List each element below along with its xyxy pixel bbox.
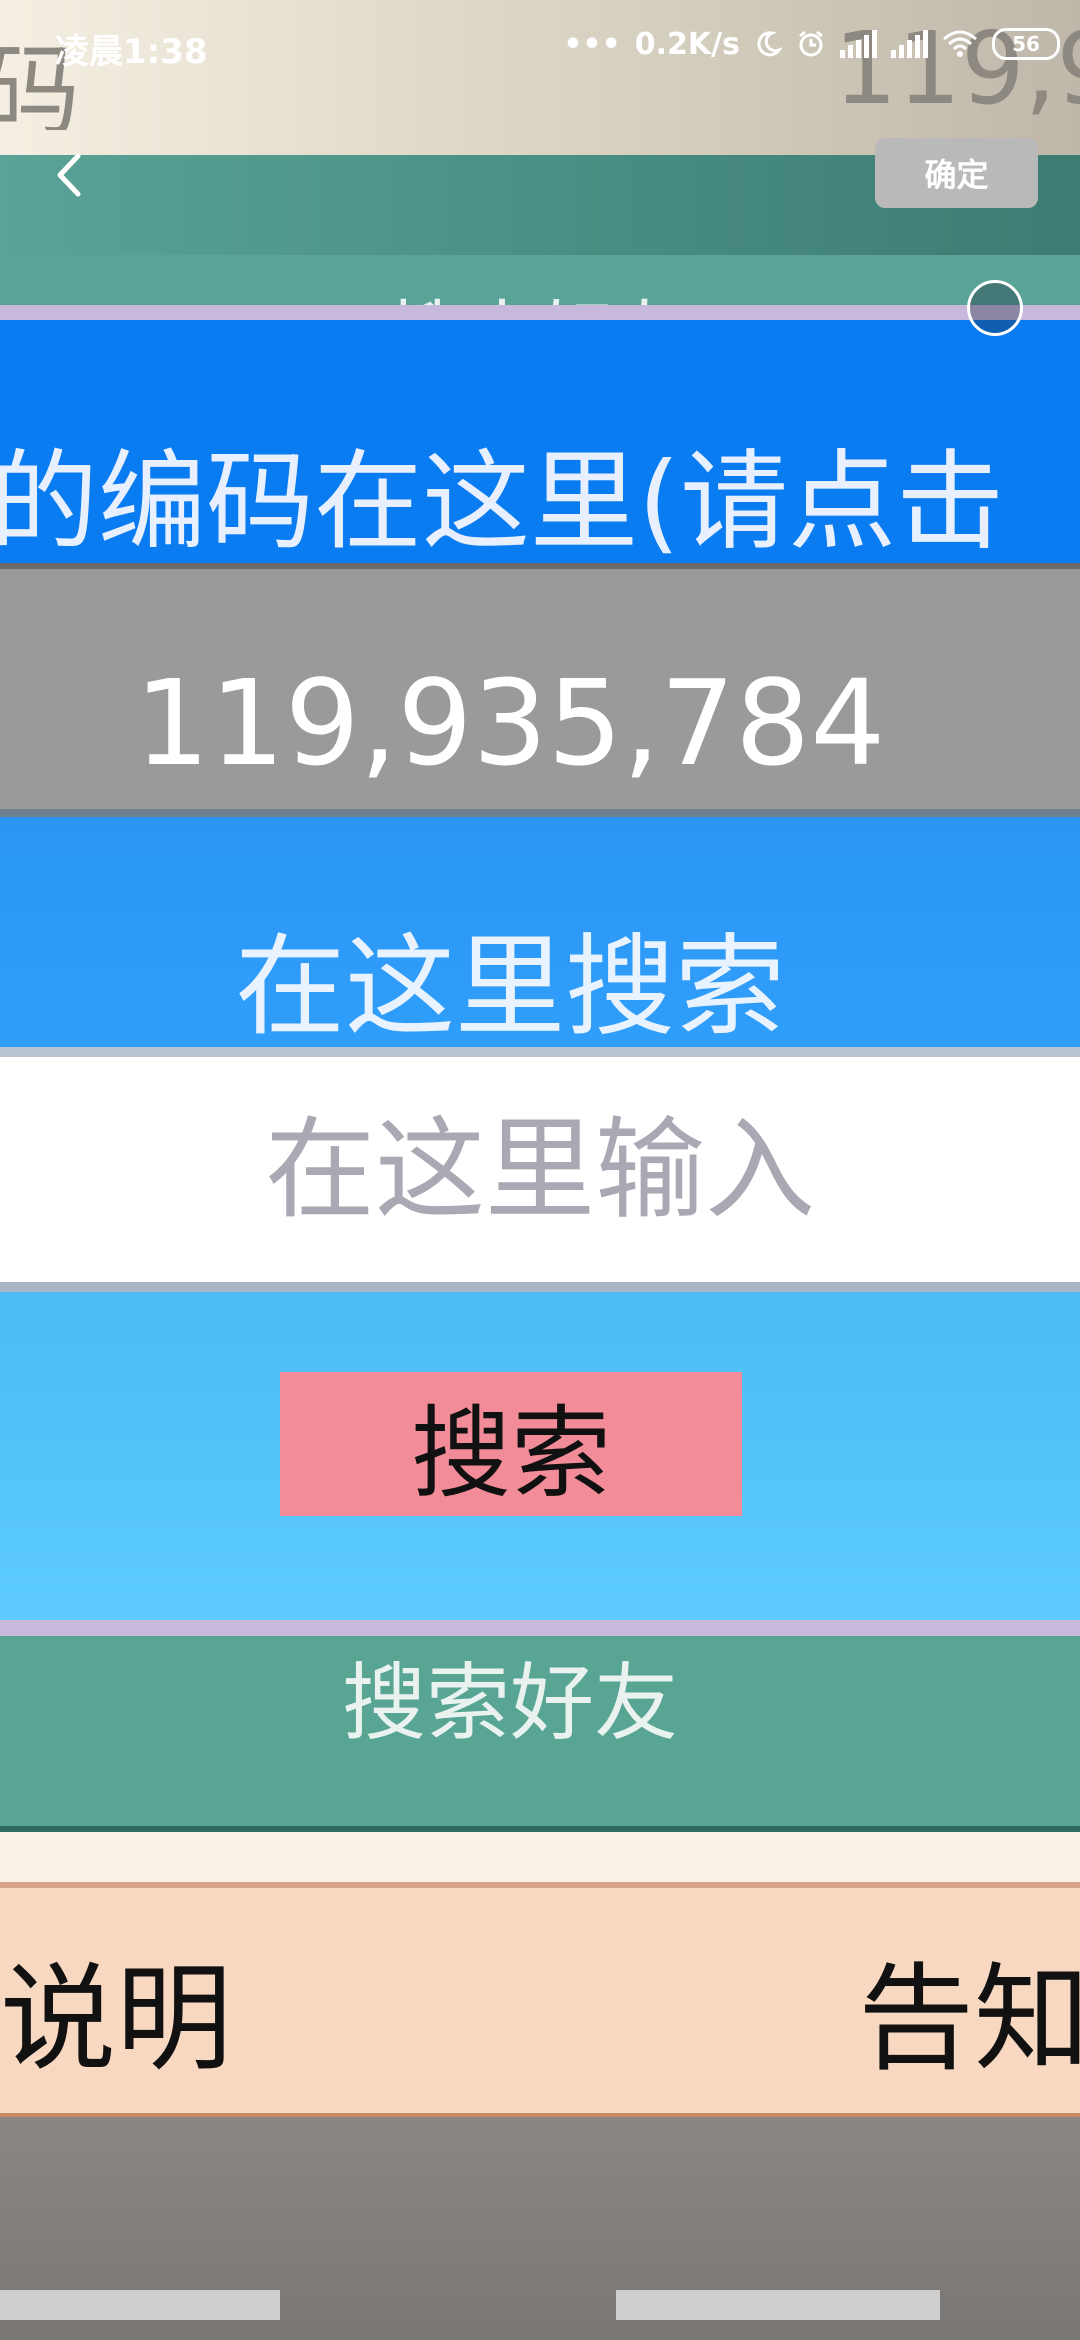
status-time: 凌晨1:38 (55, 32, 208, 72)
status-icons: ••• 0.2K/s 56 (563, 22, 1060, 66)
back-button[interactable] (50, 150, 90, 200)
signal-icon (891, 30, 928, 58)
battery-icon: 56 (992, 28, 1060, 60)
code-header-text: 的编码在这里(请点击 (0, 440, 1005, 565)
alarm-icon (799, 30, 823, 57)
status-bar: 凌晨1:38 ••• 0.2K/s 56 (0, 0, 1080, 92)
bottom-bar-left (0, 2290, 280, 2320)
divider (0, 1282, 1080, 1292)
notice-link[interactable]: 告知 (858, 1925, 1080, 2093)
search-button[interactable]: 搜索 (280, 1372, 742, 1516)
code-header[interactable]: 的编码在这里(请点击 (0, 320, 1080, 565)
user-code-value: 119,935,784 (134, 654, 886, 792)
moon-icon (757, 31, 782, 57)
signal-icon (840, 30, 877, 58)
status-dots: ••• (563, 26, 621, 62)
card-top-edge (0, 305, 1080, 321)
card-bottom-edge (0, 1620, 1080, 1636)
search-label-text: 在这里搜索 (235, 923, 785, 1051)
chevron-left-icon (57, 153, 81, 197)
divider (0, 1047, 1080, 1057)
instructions-link[interactable]: 说明 (0, 1925, 232, 2093)
divider (0, 809, 1080, 817)
floating-circle-button[interactable] (967, 280, 1023, 336)
confirm-button[interactable]: 确定 (875, 138, 1038, 208)
search-friend-strip: 搜索好友 (0, 1636, 1080, 1832)
user-code-row[interactable]: 119,935,784 (0, 569, 1080, 809)
network-speed: 0.2K/s (634, 26, 740, 62)
search-friend-text: 搜索好友 (341, 1654, 678, 1752)
bottom-bar-right (616, 2290, 940, 2320)
search-input[interactable] (0, 1057, 1080, 1282)
wifi-icon (943, 30, 977, 57)
cream-strip (0, 1832, 1080, 1882)
search-label-row: 在这里搜索 (0, 817, 1080, 1051)
